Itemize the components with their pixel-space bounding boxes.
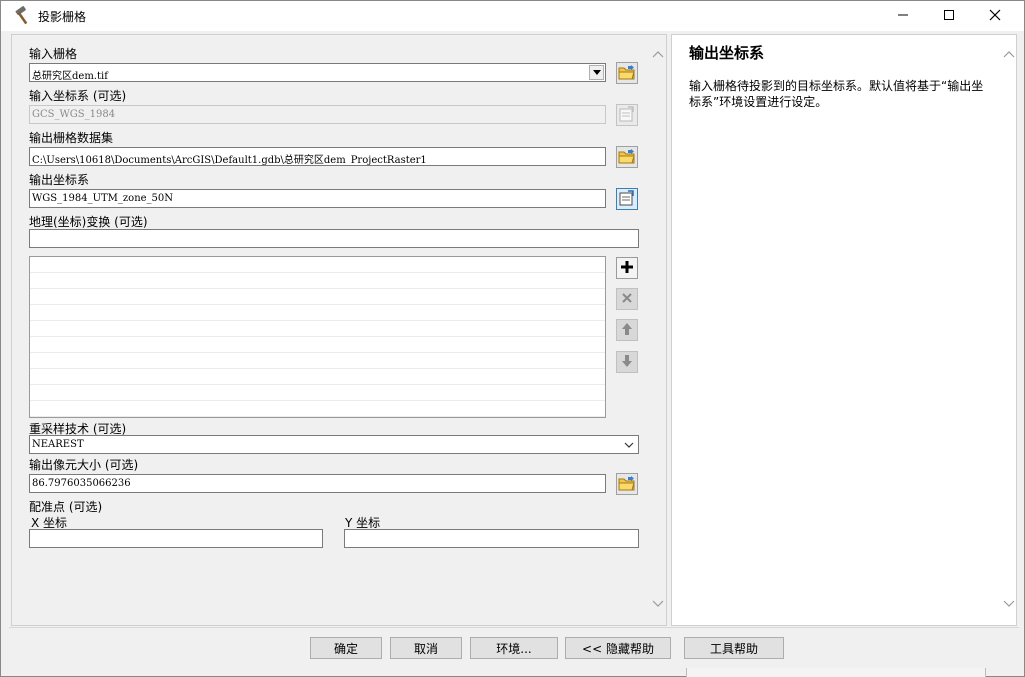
x-icon xyxy=(621,292,633,307)
geo-transform-list[interactable] xyxy=(29,256,606,418)
cell-size-field[interactable]: 86.7976035066236 xyxy=(29,474,606,493)
open-folder-icon xyxy=(618,148,636,167)
chevron-up-icon[interactable] xyxy=(1002,47,1015,60)
background-window-strip xyxy=(686,668,986,677)
dropdown-arrow-button[interactable] xyxy=(589,65,604,80)
browse-output-raster-button[interactable] xyxy=(616,146,638,168)
open-folder-icon xyxy=(618,475,636,494)
ok-button[interactable]: 确定 xyxy=(310,637,382,659)
chevron-up-icon[interactable] xyxy=(651,47,664,60)
coordinate-system-icon xyxy=(619,105,635,125)
close-icon xyxy=(989,9,1001,24)
browse-input-raster-button[interactable] xyxy=(616,62,638,84)
arrow-up-icon xyxy=(621,322,633,339)
resampling-combobox[interactable]: NEAREST xyxy=(29,435,639,454)
browse-cell-size-button[interactable] xyxy=(616,473,638,495)
chevron-down-icon[interactable] xyxy=(651,597,664,610)
geo-transform-label: 地理(坐标)变换 (可选) xyxy=(29,215,148,229)
close-button[interactable] xyxy=(972,1,1018,31)
plus-icon xyxy=(620,260,634,277)
y-coordinate-field[interactable] xyxy=(344,529,639,548)
list-row xyxy=(30,289,605,305)
geo-transform-combobox[interactable] xyxy=(29,229,639,248)
registration-point-label: 配准点 (可选) xyxy=(29,500,103,514)
help-body: 输入栅格待投影到的目标坐标系。默认值将基于“输出坐标系”环境设置进行设定。 xyxy=(689,79,984,109)
hammer-icon xyxy=(13,6,33,26)
move-down-button xyxy=(616,351,638,373)
list-row xyxy=(30,273,605,289)
chevron-down-icon[interactable] xyxy=(1002,597,1015,610)
minimize-button[interactable] xyxy=(880,1,926,31)
title-bar[interactable]: 投影栅格 xyxy=(1,1,1024,31)
resampling-value: NEAREST xyxy=(32,439,84,450)
output-coord-field[interactable]: WGS_1984_UTM_zone_50N xyxy=(29,189,606,208)
list-row xyxy=(30,305,605,321)
list-row xyxy=(30,369,605,385)
window-title: 投影栅格 xyxy=(38,10,87,24)
dialog-footer: 确定 取消 环境... << 隐藏帮助 工具帮助 xyxy=(9,627,1019,669)
coordinate-system-icon xyxy=(619,189,635,209)
project-raster-dialog: 投影栅格 输入栅格 总研究区dem.tif 输入坐标系 (可选) GCS_WGS… xyxy=(0,0,1025,677)
open-folder-icon xyxy=(618,64,636,83)
help-panel: 输出坐标系 输入栅格待投影到的目标坐标系。默认值将基于“输出坐标系”环境设置进行… xyxy=(671,34,1017,626)
list-row xyxy=(30,257,605,273)
list-row xyxy=(30,321,605,337)
maximize-button[interactable] xyxy=(926,1,972,31)
environments-button[interactable]: 环境... xyxy=(470,637,558,659)
help-scrollbar[interactable] xyxy=(1000,35,1017,625)
output-coord-properties-button[interactable] xyxy=(616,188,638,210)
input-coord-properties-button xyxy=(616,104,638,126)
input-coord-value: GCS_WGS_1984 xyxy=(32,109,116,120)
list-row xyxy=(30,337,605,353)
input-raster-combobox[interactable]: 总研究区dem.tif xyxy=(29,63,606,82)
add-transform-button[interactable] xyxy=(616,257,638,279)
list-row xyxy=(30,353,605,369)
minimize-icon xyxy=(897,9,909,24)
remove-transform-button xyxy=(616,288,638,310)
input-raster-label: 输入栅格 xyxy=(29,47,78,61)
input-coord-field: GCS_WGS_1984 xyxy=(29,105,606,124)
chevron-down-icon xyxy=(624,440,634,450)
output-raster-field[interactable]: C:\Users\10618\Documents\ArcGIS\Default1… xyxy=(29,147,606,166)
x-coordinate-field[interactable] xyxy=(29,529,323,548)
output-coord-value: WGS_1984_UTM_zone_50N xyxy=(32,193,174,204)
hide-help-button[interactable]: << 隐藏帮助 xyxy=(565,637,671,659)
output-raster-value: C:\Users\10618\Documents\ArcGIS\Default1… xyxy=(32,155,427,166)
output-raster-label: 输出栅格数据集 xyxy=(29,131,114,145)
input-coord-label: 输入坐标系 (可选) xyxy=(29,89,127,103)
input-raster-value: 总研究区dem.tif xyxy=(32,71,108,82)
cell-size-value: 86.7976035066236 xyxy=(32,478,131,489)
chevron-down-icon xyxy=(592,67,601,78)
list-row xyxy=(30,385,605,401)
maximize-icon xyxy=(943,9,955,24)
list-row xyxy=(30,401,605,417)
cell-size-label: 输出像元大小 (可选) xyxy=(29,458,139,472)
tool-help-button[interactable]: 工具帮助 xyxy=(684,637,784,659)
help-title: 输出坐标系 xyxy=(689,44,765,62)
arrow-down-icon xyxy=(621,354,633,371)
output-coord-label: 输出坐标系 xyxy=(29,173,90,187)
parameters-scrollbar[interactable] xyxy=(649,35,666,625)
cancel-button[interactable]: 取消 xyxy=(390,637,462,659)
move-up-button xyxy=(616,319,638,341)
